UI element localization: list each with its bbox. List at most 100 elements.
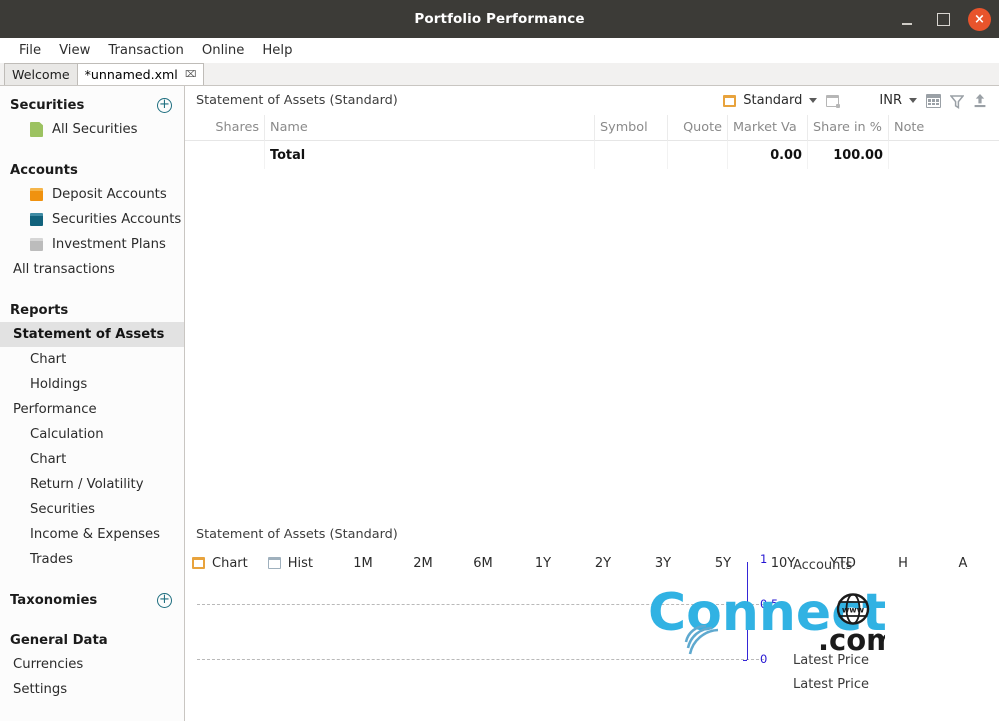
column-header-share-pct[interactable]: Share in %	[808, 114, 889, 141]
sidebar-section-reports: Reports	[0, 298, 184, 322]
sidebar-item-performance-label: Performance	[13, 402, 97, 417]
calendar-icon[interactable]	[926, 93, 941, 108]
sidebar-item-all-transactions[interactable]: All transactions	[0, 257, 184, 282]
sidebar-section-taxonomies-title: Taxonomies	[10, 592, 98, 608]
menu-item-view[interactable]: View	[50, 41, 99, 60]
sidebar-item-income-expenses[interactable]: Income & Expenses	[0, 522, 184, 547]
table-row[interactable]: Total 0.00 100.00	[185, 141, 999, 169]
sidebar-item-performance[interactable]: Performance	[0, 397, 184, 422]
sidebar-item-assets-chart[interactable]: Chart	[0, 347, 184, 372]
chevron-down-icon[interactable]	[909, 98, 917, 103]
svg-text:Connect: Connect	[650, 583, 885, 643]
sidebar-item-currencies[interactable]: Currencies	[0, 652, 184, 677]
table-header-row: Shares Name Symbol Quote Market Va Share…	[185, 114, 999, 141]
cell-note	[889, 141, 989, 169]
menu-item-help[interactable]: Help	[253, 41, 301, 60]
sidebar-item-return-volatility-label: Return / Volatility	[30, 477, 144, 492]
window-title: Portfolio Performance	[414, 11, 585, 27]
tab-unnamed-xml[interactable]: *unnamed.xml ⌧	[76, 63, 205, 85]
sidebar-item-all-securities-label: All Securities	[52, 122, 138, 137]
toolbar-actions: Standard INR	[723, 86, 987, 115]
sidebar-item-securities-accounts-label: Securities Accounts	[52, 212, 182, 227]
document-icon	[30, 122, 43, 137]
sidebar-item-return-volatility[interactable]: Return / Volatility	[0, 472, 184, 497]
maximize-button[interactable]	[932, 8, 954, 30]
sidebar-item-performance-securities-label: Securities	[30, 502, 95, 517]
column-header-shares[interactable]: Shares	[185, 114, 265, 141]
column-header-note[interactable]: Note	[889, 115, 989, 141]
statement-of-assets-pane: Statement of Assets (Standard) Standard …	[185, 86, 999, 519]
config-selector[interactable]: Standard	[723, 93, 818, 108]
chart-pane-title: Statement of Assets (Standard)	[196, 527, 398, 542]
sidebar-item-statement-of-assets[interactable]: Statement of Assets	[0, 322, 184, 347]
column-header-quote[interactable]: Quote	[668, 114, 728, 141]
sidebar-section-securities-title: Securities	[10, 97, 85, 113]
sidebar-item-investment-plans[interactable]: Investment Plans	[0, 232, 184, 257]
plus-circle-icon[interactable]: +	[157, 97, 172, 113]
legend-item-accounts: Accounts	[793, 558, 853, 573]
tab-welcome[interactable]: Welcome	[4, 63, 78, 85]
y-tick-label-0point5: 0.5	[760, 597, 779, 611]
main-content: Statement of Assets (Standard) Standard …	[185, 86, 999, 721]
sidebar-item-calculation[interactable]: Calculation	[0, 422, 184, 447]
new-config-icon[interactable]	[826, 94, 841, 108]
editor-tab-strip: Welcome *unnamed.xml ⌧	[0, 63, 999, 86]
plus-circle-icon[interactable]: +	[157, 592, 172, 608]
connect-com-watermark: Connect www .com	[648, 578, 896, 657]
sidebar-item-deposit-accounts[interactable]: Deposit Accounts	[0, 182, 184, 207]
filter-icon[interactable]	[949, 94, 965, 109]
tab-unnamed-xml-label: *unnamed.xml	[84, 67, 178, 82]
sidebar: Securities + All Securities Accounts Dep…	[0, 86, 185, 721]
cell-symbol	[595, 141, 668, 169]
sidebar-section-securities: Securities +	[0, 93, 184, 117]
sidebar-item-performance-securities[interactable]: Securities	[0, 497, 184, 522]
cell-quote	[668, 141, 728, 169]
sidebar-item-income-expenses-label: Income & Expenses	[30, 527, 161, 542]
asset-value-chart: 1 0.5 0 Accounts Latest Price Latest Pri…	[185, 548, 999, 721]
sidebar-item-all-securities[interactable]: All Securities	[0, 117, 184, 142]
column-header-name[interactable]: Name	[265, 114, 595, 141]
gridline-0point5	[197, 604, 764, 605]
sidebar-item-deposit-accounts-label: Deposit Accounts	[52, 187, 167, 202]
app-body: Securities + All Securities Accounts Dep…	[0, 86, 999, 721]
export-icon[interactable]	[973, 93, 987, 108]
y-axis-line	[747, 562, 748, 660]
orange-square-icon	[30, 188, 43, 201]
sidebar-item-holdings-label: Holdings	[30, 377, 88, 392]
minimize-button[interactable]	[896, 8, 918, 30]
gray-square-icon	[30, 238, 43, 251]
column-header-symbol[interactable]: Symbol	[595, 114, 668, 141]
sidebar-item-performance-chart[interactable]: Chart	[0, 447, 184, 472]
svg-text:www: www	[842, 606, 865, 615]
y-tick-label-0: 0	[760, 652, 768, 666]
menu-item-transaction[interactable]: Transaction	[99, 41, 192, 60]
close-icon[interactable]: ⌧	[185, 70, 197, 80]
column-header-market-value[interactable]: Market Va	[728, 114, 808, 141]
sidebar-item-holdings[interactable]: Holdings	[0, 372, 184, 397]
currency-label: INR	[879, 93, 902, 108]
chevron-down-icon[interactable]	[809, 98, 818, 103]
teal-square-icon	[30, 213, 43, 226]
legend-item-latest-price-2: Latest Price	[793, 677, 870, 692]
svg-text:.com: .com	[818, 623, 885, 656]
lower-pane-header: Statement of Assets (Standard)	[185, 520, 999, 549]
sidebar-item-settings[interactable]: Settings	[0, 677, 184, 702]
close-button[interactable]: ×	[968, 7, 991, 31]
assets-chart-pane: Statement of Assets (Standard) Chart His…	[185, 519, 999, 721]
assets-table: Shares Name Symbol Quote Market Va Share…	[185, 114, 999, 169]
tab-welcome-label: Welcome	[12, 67, 70, 82]
sidebar-item-trades[interactable]: Trades	[0, 547, 184, 572]
menu-item-file[interactable]: File	[10, 41, 50, 60]
sidebar-item-currencies-label: Currencies	[13, 657, 84, 672]
sidebar-section-general-data-title: General Data	[10, 632, 108, 648]
menu-item-online[interactable]: Online	[193, 41, 254, 60]
y-axis-tick-0	[743, 660, 747, 661]
upper-pane-toolbar: Statement of Assets (Standard) Standard …	[185, 86, 999, 115]
cell-name: Total	[265, 141, 595, 169]
sidebar-item-securities-accounts[interactable]: Securities Accounts	[0, 207, 184, 232]
currency-selector[interactable]: INR	[879, 93, 917, 108]
